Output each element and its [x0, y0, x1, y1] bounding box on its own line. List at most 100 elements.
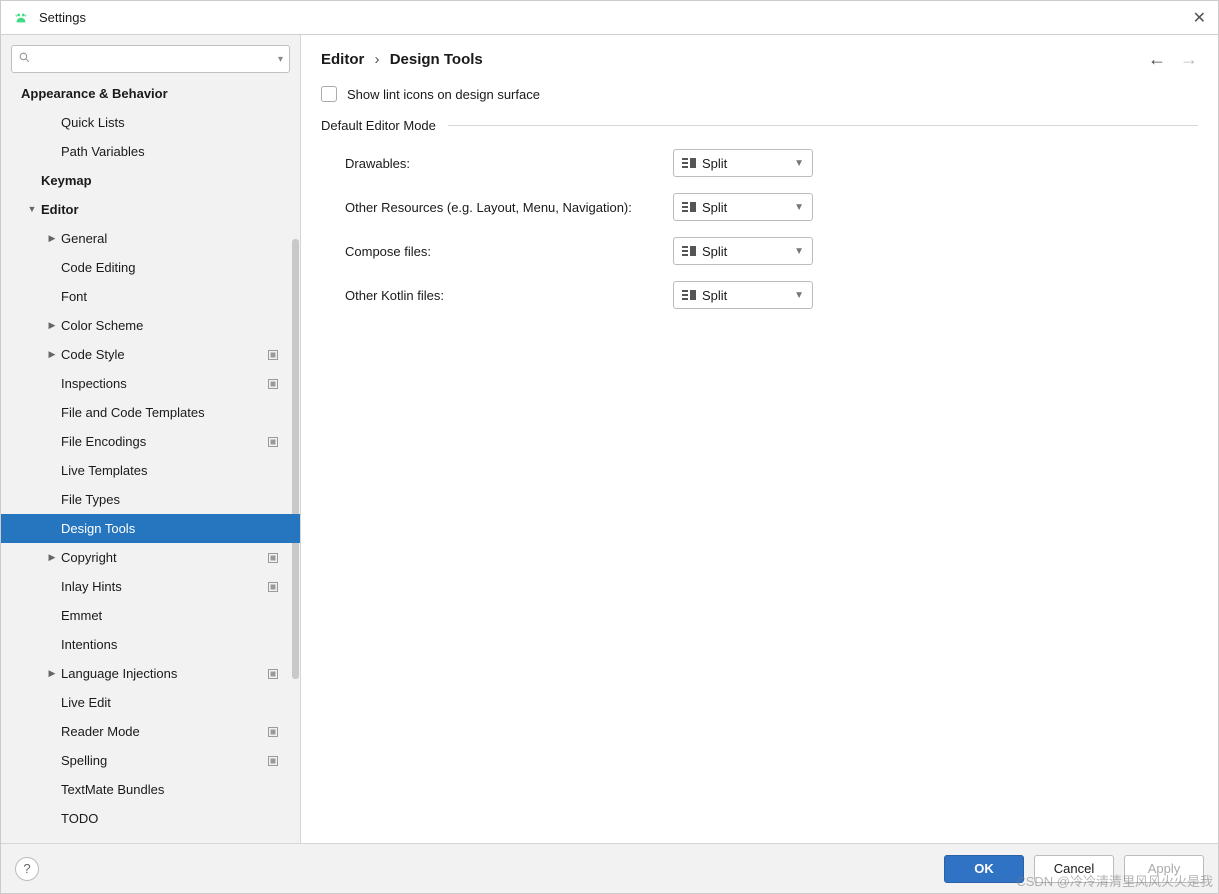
sidebar-item-todo[interactable]: TODO	[1, 804, 300, 833]
sidebar-item-label: Emmet	[61, 608, 102, 623]
sidebar-item-quick-lists[interactable]: Quick Lists	[1, 108, 300, 137]
sidebar-item-appearance-behavior[interactable]: Appearance & Behavior	[1, 79, 300, 108]
sidebar-item-label: Appearance & Behavior	[21, 86, 168, 101]
breadcrumb-parent[interactable]: Editor	[321, 51, 364, 68]
breadcrumb-current: Design Tools	[390, 51, 483, 68]
editor-mode-label: Other Kotlin files:	[321, 288, 673, 303]
search-input[interactable]	[35, 52, 278, 67]
project-scope-icon	[268, 553, 278, 563]
sidebar-item-live-edit[interactable]: Live Edit	[1, 688, 300, 717]
editor-mode-label: Other Resources (e.g. Layout, Menu, Navi…	[321, 200, 673, 215]
settings-sidebar: ▾ Appearance & Behavior Quick Lists Path V…	[1, 35, 301, 843]
split-view-icon	[682, 157, 696, 169]
sidebar-item-font[interactable]: Font	[1, 282, 300, 311]
sidebar-item-file-types[interactable]: File Types	[1, 485, 300, 514]
dialog-footer: ? OK Cancel Apply	[1, 843, 1218, 893]
sidebar-item-general[interactable]: ▶General	[1, 224, 300, 253]
editor-mode-value: Split	[702, 156, 788, 171]
sidebar-item-label: Code Style	[61, 347, 125, 362]
sidebar-item-file-and-code-templates[interactable]: File and Code Templates	[1, 398, 300, 427]
show-lint-checkbox[interactable]	[321, 86, 337, 102]
apply-button: Apply	[1124, 855, 1204, 883]
project-scope-icon	[268, 582, 278, 592]
sidebar-item-label: Inlay Hints	[61, 579, 122, 594]
sidebar-item-label: File Encodings	[61, 434, 146, 449]
sidebar-item-code-editing[interactable]: Code Editing	[1, 253, 300, 282]
chevron-down-icon: ▼	[794, 246, 804, 257]
breadcrumb-separator-icon: ›	[375, 51, 380, 68]
sidebar-item-label: Quick Lists	[61, 115, 125, 130]
sidebar-item-design-tools[interactable]: Design Tools	[1, 514, 300, 543]
sidebar-item-label: General	[61, 231, 107, 246]
sidebar-item-label: Design Tools	[61, 521, 135, 536]
settings-tree[interactable]: Appearance & Behavior Quick Lists Path Var…	[1, 79, 300, 843]
help-button[interactable]: ?	[15, 857, 39, 881]
nav-forward-icon: →	[1180, 49, 1198, 70]
project-scope-icon	[268, 379, 278, 389]
sidebar-item-emmet[interactable]: Emmet	[1, 601, 300, 630]
show-lint-checkbox-row[interactable]: Show lint icons on design surface	[321, 86, 1198, 102]
titlebar: Settings ✕	[1, 1, 1218, 35]
tree-arrow-icon: ▼	[25, 204, 39, 215]
section-title: Default Editor Mode	[321, 118, 436, 133]
editor-mode-select[interactable]: Split▼	[673, 237, 813, 265]
split-view-icon	[682, 289, 696, 301]
sidebar-item-label: Live Edit	[61, 695, 111, 710]
sidebar-item-path-variables[interactable]: Path Variables	[1, 137, 300, 166]
editor-mode-select[interactable]: Split ▼	[673, 149, 813, 177]
project-scope-icon	[268, 437, 278, 447]
sidebar-item-copyright[interactable]: ▶Copyright	[1, 543, 300, 572]
sidebar-item-label: TextMate Bundles	[61, 782, 164, 797]
editor-mode-label: Drawables:	[321, 156, 673, 171]
window-title: Settings	[39, 10, 86, 25]
editor-mode-row: Drawables: Split ▼	[321, 149, 1198, 177]
sidebar-item-label: Font	[61, 289, 87, 304]
editor-mode-row: Other Resources (e.g. Layout, Menu, Navi…	[321, 193, 1198, 221]
sidebar-item-label: Code Editing	[61, 260, 135, 275]
editor-mode-select[interactable]: Split ▼	[673, 281, 813, 309]
sidebar-item-file-encodings[interactable]: File Encodings	[1, 427, 300, 456]
tree-arrow-icon: ▶	[45, 668, 59, 679]
sidebar-item-spelling[interactable]: Spelling	[1, 746, 300, 775]
sidebar-item-keymap[interactable]: Keymap	[1, 166, 300, 195]
split-view-icon	[682, 245, 696, 257]
sidebar-item-label: Editor	[41, 202, 79, 217]
sidebar-item-editor[interactable]: ▼Editor	[1, 195, 300, 224]
close-icon[interactable]: ✕	[1193, 8, 1206, 28]
editor-mode-select[interactable]: Split▼	[673, 193, 813, 221]
sidebar-item-label: File and Code Templates	[61, 405, 205, 420]
project-scope-icon	[268, 756, 278, 766]
sidebar-item-code-style[interactable]: ▶Code Style	[1, 340, 300, 369]
main-panel: Editor › Design Tools ← → Show lint icon…	[301, 35, 1218, 843]
section-default-editor-mode: Default Editor Mode	[321, 118, 1198, 133]
chevron-down-icon: ▼	[794, 290, 804, 301]
search-icon	[18, 51, 31, 67]
sidebar-item-label: Path Variables	[61, 144, 145, 159]
project-scope-icon	[268, 727, 278, 737]
sidebar-item-reader-mode[interactable]: Reader Mode	[1, 717, 300, 746]
editor-mode-value: Split	[702, 288, 788, 303]
search-input-wrap[interactable]: ▾	[11, 45, 290, 73]
sidebar-item-color-scheme[interactable]: ▶Color Scheme	[1, 311, 300, 340]
cancel-button[interactable]: Cancel	[1034, 855, 1114, 883]
breadcrumb: Editor › Design Tools	[321, 51, 483, 68]
show-lint-label: Show lint icons on design surface	[347, 87, 540, 102]
section-divider	[448, 125, 1198, 126]
editor-mode-row: Compose files:Split▼	[321, 237, 1198, 265]
sidebar-item-live-templates[interactable]: Live Templates	[1, 456, 300, 485]
chevron-down-icon: ▼	[794, 158, 804, 169]
sidebar-item-inlay-hints[interactable]: Inlay Hints	[1, 572, 300, 601]
nav-back-icon[interactable]: ←	[1148, 49, 1166, 70]
sidebar-item-intentions[interactable]: Intentions	[1, 630, 300, 659]
sidebar-item-textmate-bundles[interactable]: TextMate Bundles	[1, 775, 300, 804]
sidebar-item-inspections[interactable]: Inspections	[1, 369, 300, 398]
ok-button[interactable]: OK	[944, 855, 1024, 883]
split-view-icon	[682, 201, 696, 213]
tree-arrow-icon: ▶	[45, 233, 59, 244]
sidebar-item-label: Inspections	[61, 376, 127, 391]
search-history-icon[interactable]: ▾	[278, 54, 283, 65]
sidebar-item-label: Intentions	[61, 637, 117, 652]
editor-mode-row: Other Kotlin files: Split ▼	[321, 281, 1198, 309]
project-scope-icon	[268, 669, 278, 679]
sidebar-item-language-injections[interactable]: ▶Language Injections	[1, 659, 300, 688]
